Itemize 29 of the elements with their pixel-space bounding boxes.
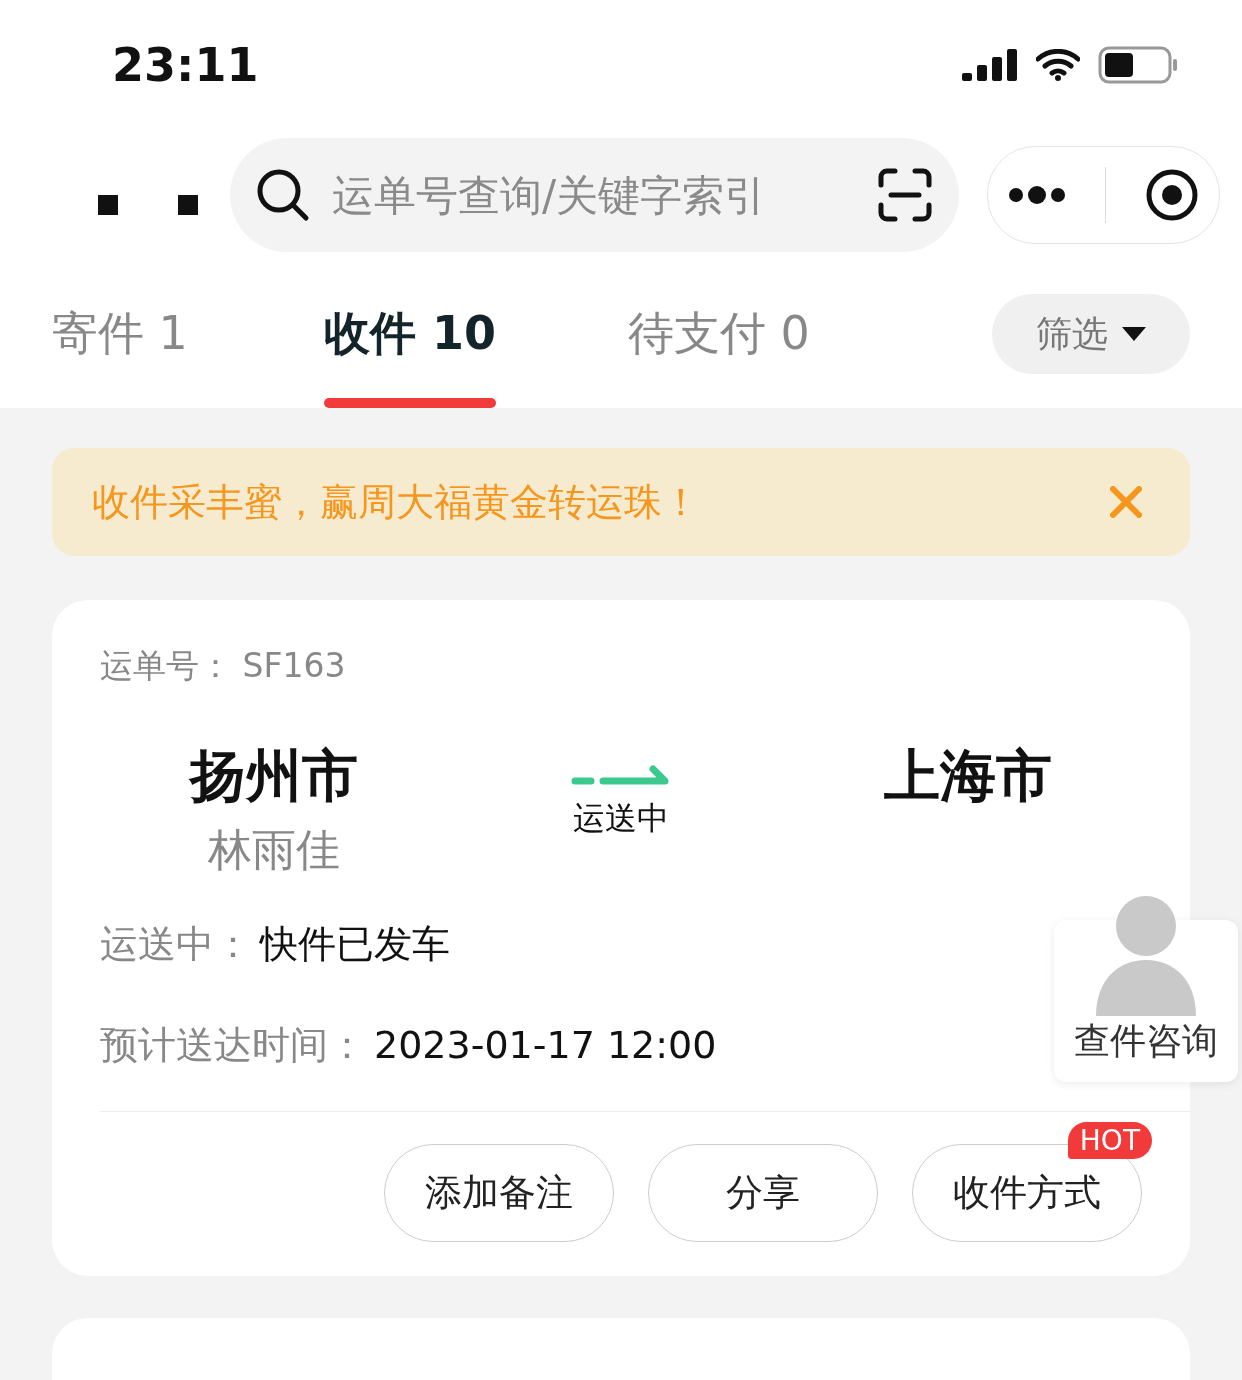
waybill-number: 运单号： SF163 [100, 645, 347, 687]
search-field[interactable]: 运单号查询/关键字索引 [330, 169, 857, 221]
detail-value: 快件已发车 [260, 921, 450, 968]
detail-label: 预计送达时间： [100, 1022, 366, 1069]
filter-button[interactable]: 筛选 [992, 294, 1190, 374]
transit-status: 运送中 [573, 798, 669, 839]
tab[interactable]: 收件 10 [323, 260, 496, 408]
destination-city: 上海市 [884, 742, 1053, 810]
detail-value: 2023-01-17 12:00 [374, 1023, 717, 1067]
signal-icon [962, 49, 1018, 81]
scan-icon[interactable] [877, 167, 933, 223]
route-arrow-icon [571, 765, 671, 787]
origin-city: 扬州市 [189, 742, 358, 810]
action-button[interactable]: 添加备注 [384, 1144, 614, 1242]
tab[interactable]: 寄件 1 [52, 260, 188, 408]
status-time: 23:11 [112, 38, 259, 92]
more-icon[interactable] [1007, 185, 1066, 205]
wifi-icon [1036, 49, 1080, 81]
sender-name: 林雨佳 [207, 823, 340, 877]
tab[interactable]: 待支付 0 [627, 260, 810, 408]
banner-text: 收件采丰蜜，赢周大福黄金转运珠！ [92, 478, 700, 526]
battery-icon [1098, 46, 1178, 84]
action-button[interactable]: 分享 [648, 1144, 878, 1242]
search-bar[interactable]: 运单号查询/关键字索引 [230, 138, 959, 252]
target-icon[interactable] [1145, 168, 1200, 222]
detail-label: 运送中： [100, 921, 252, 968]
hot-badge: HOT [1067, 1122, 1152, 1159]
caret-icon [1122, 327, 1146, 341]
search-icon [256, 168, 310, 222]
